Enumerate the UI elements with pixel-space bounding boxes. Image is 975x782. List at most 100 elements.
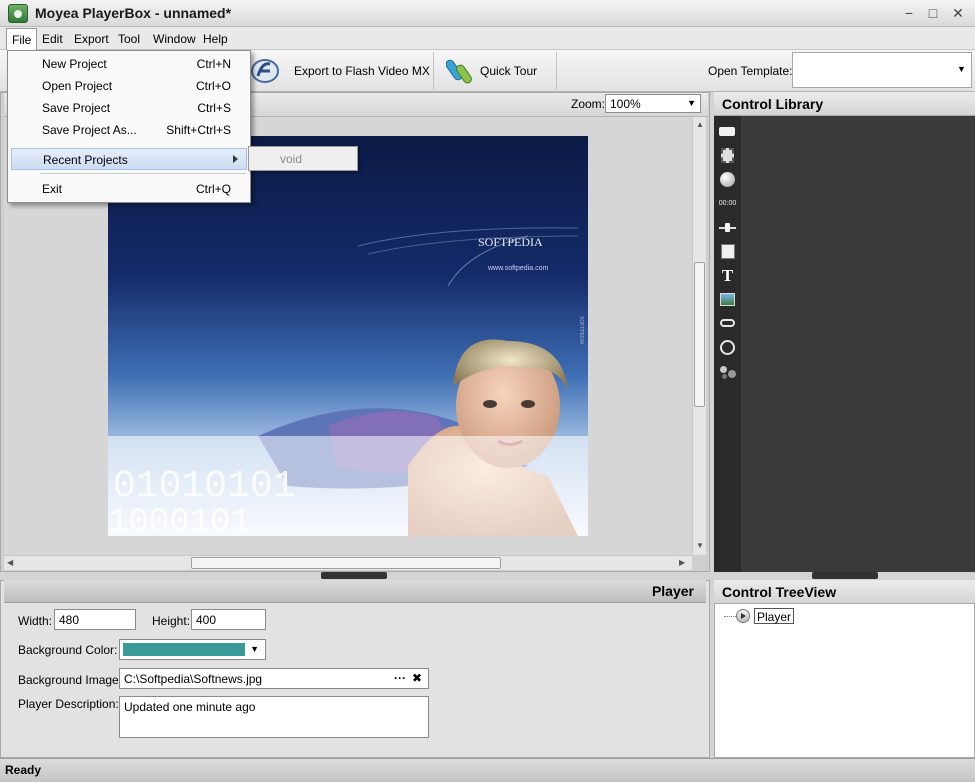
ball-icon[interactable] (717, 170, 738, 189)
counter-icon[interactable] (717, 338, 738, 357)
background-image-label: Background Image: (18, 673, 123, 687)
link-icon[interactable] (717, 314, 738, 333)
menu-file-label: File (12, 33, 32, 47)
scroll-right-icon[interactable]: ▶ (679, 558, 685, 567)
menu-item-shortcut: Ctrl+N (196, 57, 231, 71)
list-icon[interactable] (717, 242, 738, 261)
menu-window[interactable]: Window (153, 32, 196, 46)
menu-item-label: New Project (42, 57, 107, 71)
menu-window-label: Window (153, 32, 196, 46)
background-image-field[interactable]: C:\Softpedia\Softnews.jpg ··· ✖ (119, 668, 429, 689)
slider-icon[interactable] (717, 218, 738, 237)
menu-edit-label: Edit (42, 32, 63, 46)
menu-item-exit[interactable]: Exit Ctrl+Q (11, 178, 247, 200)
app-icon (8, 4, 28, 23)
player-description-field[interactable]: Updated one minute ago (119, 696, 429, 738)
control-library-toolstrip: 00:00 T (714, 116, 741, 572)
canvas-horizontal-scrollbar[interactable]: ◀ ▶ (4, 555, 692, 570)
binary-digits-decoration: 01010101 (113, 465, 295, 508)
submenu-arrow-icon (233, 155, 238, 163)
status-bar: Ready (0, 758, 975, 782)
open-template-select[interactable] (792, 52, 972, 88)
menu-help-label: Help (203, 32, 228, 46)
minimize-button[interactable]: − (899, 4, 919, 22)
menu-item-label: Save Project As... (42, 123, 137, 137)
image-side-text: SOFTPEDIA (578, 316, 584, 345)
menu-item-recent-projects[interactable]: Recent Projects (11, 148, 247, 170)
tree-node-player[interactable]: Player (754, 608, 795, 624)
menu-item-label: Exit (42, 182, 63, 196)
player-properties-header: Player (4, 580, 706, 603)
scroll-down-icon[interactable]: ▼ (696, 541, 704, 550)
zoom-label: Zoom: (571, 97, 606, 111)
vertical-scroll-thumb[interactable] (694, 262, 705, 407)
text-icon[interactable]: T (717, 266, 738, 285)
width-label: Width: (18, 614, 53, 628)
toolbar-separator (556, 52, 557, 90)
particles-icon[interactable] (717, 362, 738, 381)
flash-video-icon[interactable] (250, 58, 280, 84)
file-menu-dropdown: New Project Ctrl+N Open Project Ctrl+O Sav… (7, 50, 251, 203)
film-icon[interactable] (717, 146, 738, 165)
menu-item-shortcut: Ctrl+O (195, 79, 231, 93)
zoom-value: 100% (610, 97, 641, 111)
maximize-button[interactable]: □ (923, 4, 943, 22)
menu-item-label: Open Project (42, 79, 113, 93)
height-field[interactable]: 400 (191, 609, 266, 630)
menu-export[interactable]: Export (74, 32, 109, 46)
background-image-path: C:\Softpedia\Softnews.jpg (124, 672, 263, 686)
menu-item-shortcut: Ctrl+S (197, 101, 231, 115)
color-swatch (123, 643, 245, 656)
close-button[interactable]: ✕ (948, 4, 968, 22)
menu-item-open-project[interactable]: Open Project Ctrl+O (11, 75, 247, 97)
menu-bar: File Edit Export Tool Window Help (0, 27, 975, 50)
image-watermark-url: www.softpedia.com (487, 265, 548, 272)
menu-item-label: Recent Projects (43, 153, 128, 167)
player-properties-title: Player (651, 583, 694, 599)
menu-item-save-project[interactable]: Save Project Ctrl+S (11, 97, 247, 119)
menu-tool-label: Tool (118, 32, 141, 46)
menu-item-shortcut: Ctrl+Q (195, 182, 231, 196)
background-color-label: Background Color: (18, 643, 118, 657)
player-description-label: Player Description: (18, 697, 119, 711)
menu-item-shortcut: Shift+Ctrl+S (166, 123, 231, 137)
menu-export-label: Export (74, 32, 109, 46)
menu-tool[interactable]: Tool (118, 32, 140, 46)
control-library-panel (714, 92, 975, 572)
horizontal-scroll-thumb[interactable] (191, 557, 501, 569)
canvas-vertical-scrollbar[interactable]: ▲ ▼ (692, 117, 706, 555)
browse-icon[interactable]: ··· (394, 671, 406, 685)
panel-icon[interactable] (717, 122, 738, 141)
export-flash-button[interactable]: Export to Flash Video MX (294, 64, 430, 78)
status-text: Ready (5, 763, 42, 777)
submenu-item-void[interactable]: void (280, 152, 302, 166)
chevron-down-icon: ▼ (687, 98, 696, 108)
recent-projects-submenu: void (248, 146, 358, 171)
menu-separator (40, 173, 246, 174)
quick-tour-button[interactable]: Quick Tour (480, 64, 537, 78)
splitter-grip[interactable] (321, 572, 387, 579)
menu-edit[interactable]: Edit (42, 32, 63, 46)
binary-digits-decoration: 1000101 (108, 504, 251, 536)
zoom-select[interactable]: 100% ▼ (605, 94, 701, 113)
chevron-down-icon[interactable]: ▼ (957, 64, 966, 74)
open-template-label: Open Template: (708, 64, 793, 78)
menu-item-label: Save Project (42, 101, 111, 115)
width-field[interactable]: 480 (54, 609, 136, 630)
clear-icon[interactable]: ✖ (412, 671, 422, 685)
image-watermark: SOFTPEDIA (478, 235, 543, 249)
window-title: Moyea PlayerBox - unnamed* (35, 5, 232, 21)
scroll-up-icon[interactable]: ▲ (696, 120, 704, 129)
control-treeview-panel (714, 580, 975, 758)
image-icon[interactable] (717, 290, 738, 309)
timer-icon[interactable]: 00:00 (717, 194, 738, 213)
scroll-left-icon[interactable]: ◀ (7, 558, 13, 567)
quick-tour-icon[interactable] (446, 56, 474, 86)
background-color-picker[interactable]: ▼ (119, 639, 266, 660)
menu-item-save-project-as[interactable]: Save Project As... Shift+Ctrl+S (11, 119, 247, 141)
splitter-grip[interactable] (812, 572, 878, 579)
menu-item-new-project[interactable]: New Project Ctrl+N (11, 53, 247, 75)
menu-file[interactable]: File (6, 28, 38, 50)
chevron-down-icon: ▼ (250, 644, 259, 654)
menu-help[interactable]: Help (203, 32, 228, 46)
